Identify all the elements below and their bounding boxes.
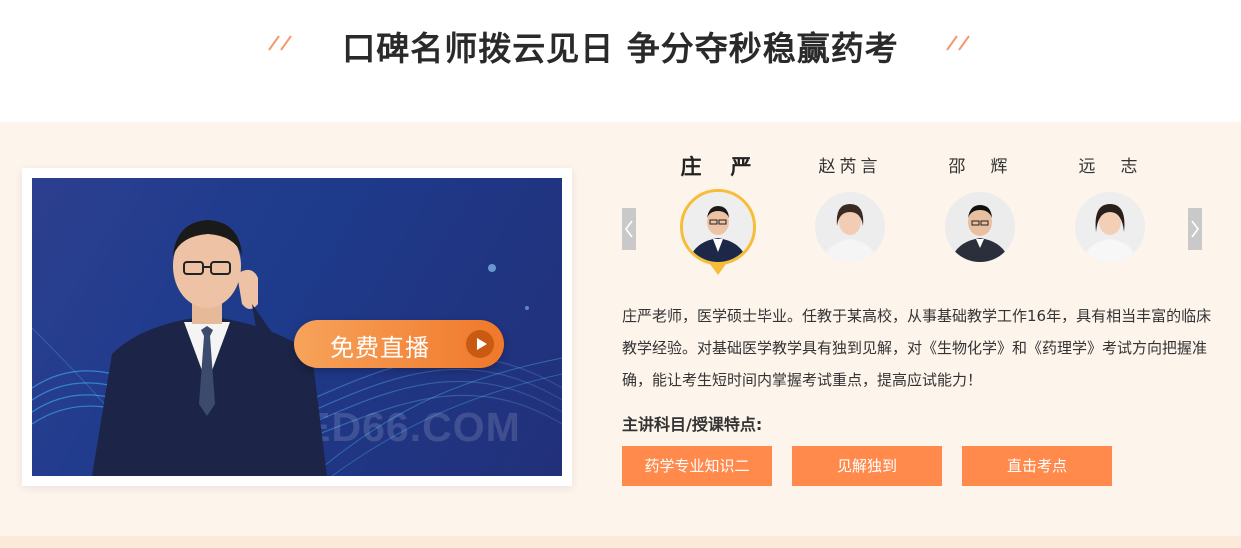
play-icon (466, 330, 494, 358)
teacher-name: 赵芮言 (818, 157, 882, 177)
video-banner[interactable]: MED66.COM 免费直播 (32, 178, 562, 476)
free-live-button[interactable]: 免费直播 (294, 320, 504, 368)
avatar (945, 192, 1015, 262)
teacher-tab-1[interactable]: 庄 严 (658, 150, 778, 275)
subjects-heading: 主讲科目/授课特点: (622, 415, 763, 434)
panel-bottom-strip (0, 536, 1241, 548)
avatar (680, 189, 756, 265)
feature-tag[interactable]: 直击考点 (962, 446, 1112, 486)
carousel-prev-button[interactable] (622, 208, 636, 250)
carousel-next-button[interactable] (1188, 208, 1202, 250)
subject-tag[interactable]: 药学专业知识二 (622, 446, 772, 486)
avatar (1075, 192, 1145, 262)
teacher-tab-4[interactable]: 远 志 (1050, 150, 1170, 262)
chevron-left-icon (625, 220, 633, 238)
teacher-carousel: 庄 严 赵芮言 邵 辉 远 志 (620, 150, 1220, 280)
avatar (815, 192, 885, 262)
feature-tag[interactable]: 见解独到 (792, 446, 942, 486)
active-pointer-icon (710, 264, 726, 275)
free-live-label: 免费直播 (330, 334, 430, 362)
teacher-name: 庄 严 (680, 155, 756, 179)
teacher-tab-3[interactable]: 邵 辉 (920, 150, 1040, 262)
teacher-name: 邵 辉 (948, 157, 1012, 177)
chevron-right-icon (1191, 220, 1199, 238)
teacher-name: 远 志 (1078, 157, 1142, 177)
video-card: MED66.COM 免费直播 (22, 168, 572, 486)
teacher-tab-2[interactable]: 赵芮言 (790, 150, 910, 262)
teacher-description: 庄严老师，医学硕士毕业。任教于某高校，从事基础教学工作16年，具有相当丰富的临床… (622, 307, 1212, 389)
section-header: 口碑名师拨云见日 争分夺秒稳赢药考 (0, 0, 1241, 122)
decor-slash-right-icon (946, 35, 970, 51)
page-title: 口碑名师拨云见日 争分夺秒稳赢药考 (342, 29, 899, 68)
